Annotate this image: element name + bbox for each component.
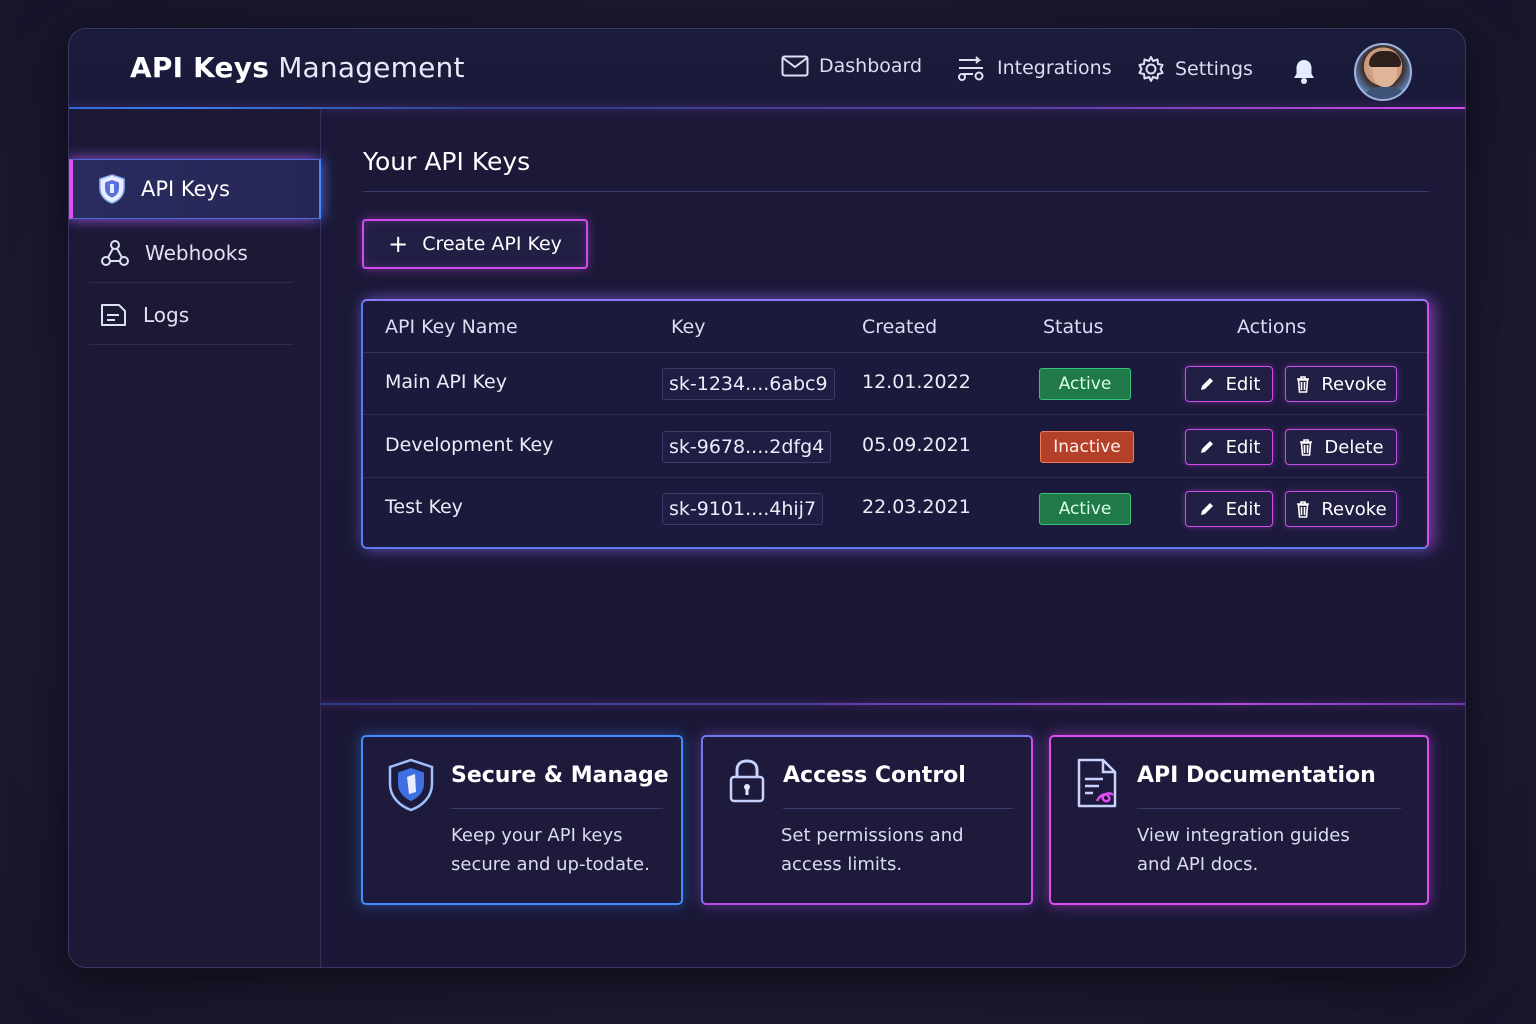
key-value-cell[interactable]: sk-9678....2dfg4 xyxy=(662,431,832,463)
created-cell: 22.03.2021 xyxy=(862,496,971,518)
create-api-key-label: Create API Key xyxy=(422,233,562,255)
app-title: API Keys Management xyxy=(130,51,465,84)
card-api-documentation[interactable]: API Documentation View integration guide… xyxy=(1049,735,1429,905)
card-divider xyxy=(783,808,1013,809)
table-row: Development Key sk-9678....2dfg4 05.09.2… xyxy=(363,416,1427,478)
column-header-name: API Key Name xyxy=(385,316,518,338)
user-avatar[interactable] xyxy=(1354,43,1412,101)
title-divider xyxy=(363,191,1429,192)
nav-dashboard[interactable]: Dashboard xyxy=(781,55,922,77)
nav-integrations-label: Integrations xyxy=(997,57,1112,79)
app-title-light: Management xyxy=(278,51,465,84)
table-row: Test Key sk-9101....4hij7 22.03.2021 Act… xyxy=(363,478,1427,540)
bell-icon xyxy=(1294,60,1314,84)
revoke-button[interactable]: Revoke xyxy=(1285,366,1397,402)
sidebar-item-label: Webhooks xyxy=(145,240,248,265)
shield-icon xyxy=(388,758,434,812)
card-text: View integration guides and API docs. xyxy=(1137,825,1350,875)
column-header-status: Status xyxy=(1043,316,1104,338)
lock-icon xyxy=(729,759,765,803)
webhook-icon xyxy=(101,239,129,266)
avatar-hair xyxy=(1369,51,1401,67)
card-divider xyxy=(451,808,663,809)
app-window: API Keys Management Dashboard Integratio… xyxy=(68,28,1466,968)
edit-button-label: Edit xyxy=(1225,436,1261,458)
api-keys-table: API Key Name Key Created Status Actions … xyxy=(361,299,1429,549)
nav-dashboard-label: Dashboard xyxy=(819,55,923,77)
key-name-cell: Development Key xyxy=(385,434,554,456)
sidebar-item-label: API Keys xyxy=(141,177,230,201)
status-badge: Active xyxy=(1039,368,1131,400)
edit-button-label: Edit xyxy=(1225,373,1261,395)
table-row: Main API Key sk-1234....6abc9 12.01.2022… xyxy=(363,353,1427,415)
plus-icon: + xyxy=(388,230,409,258)
key-name-cell: Main API Key xyxy=(385,371,507,393)
created-cell: 05.09.2021 xyxy=(862,434,971,456)
revoke-button[interactable]: Revoke xyxy=(1285,491,1397,527)
pencil-icon xyxy=(1200,378,1213,390)
card-title: Secure & Manage xyxy=(451,763,669,788)
nav-settings-label: Settings xyxy=(1175,58,1253,80)
column-header-key: Key xyxy=(671,316,706,338)
trash-icon xyxy=(1300,439,1313,456)
card-secure-manage[interactable]: Secure & Manage Keep your API keys secur… xyxy=(361,735,683,905)
card-access-control[interactable]: Access Control Set permissions and acces… xyxy=(701,735,1033,905)
mail-icon xyxy=(781,55,809,77)
create-api-key-button[interactable]: + Create API Key xyxy=(362,219,588,269)
card-text: Keep your API keys secure and up-todate. xyxy=(451,825,650,875)
top-header: API Keys Management Dashboard Integratio… xyxy=(69,29,1465,109)
gear-icon xyxy=(1138,56,1164,82)
nav-settings[interactable]: Settings xyxy=(1137,55,1253,83)
avatar-shirt xyxy=(1360,87,1410,99)
sidebar-item-label: Logs xyxy=(143,302,190,327)
status-badge: Inactive xyxy=(1040,431,1134,463)
page-title: Your API Keys xyxy=(363,147,531,176)
revoke-button-label: Revoke xyxy=(1321,373,1387,395)
edit-button[interactable]: Edit xyxy=(1185,366,1273,402)
delete-button-label: Delete xyxy=(1324,436,1384,458)
edit-button-label: Edit xyxy=(1225,498,1261,520)
sidebar-item-logs[interactable]: Logs xyxy=(89,285,293,345)
card-divider xyxy=(1137,808,1401,809)
logs-icon xyxy=(101,303,126,326)
trash-icon xyxy=(1297,376,1310,393)
document-icon xyxy=(1077,758,1117,808)
section-divider xyxy=(321,703,1465,705)
edit-button[interactable]: Edit xyxy=(1185,429,1273,465)
sidebar-item-api-keys[interactable]: API Keys xyxy=(69,159,321,219)
sidebar: API Keys Webhooks Logs xyxy=(69,109,321,967)
app-title-bold: API Keys xyxy=(130,51,270,84)
card-title: Access Control xyxy=(783,763,966,788)
delete-button[interactable]: Delete xyxy=(1285,429,1397,465)
card-title: API Documentation xyxy=(1137,763,1376,788)
column-header-created: Created xyxy=(862,316,938,338)
card-text: Set permissions and access limits. xyxy=(781,825,964,875)
key-value-cell[interactable]: sk-9101....4hij7 xyxy=(662,493,824,525)
edit-button[interactable]: Edit xyxy=(1185,491,1273,527)
shield-icon xyxy=(99,174,125,204)
table-header: API Key Name Key Created Status Actions xyxy=(363,301,1427,353)
column-header-actions: Actions xyxy=(1237,316,1307,338)
revoke-button-label: Revoke xyxy=(1321,498,1387,520)
sidebar-item-webhooks[interactable]: Webhooks xyxy=(89,223,293,283)
pencil-icon xyxy=(1200,441,1213,453)
key-value-cell[interactable]: sk-1234....6abc9 xyxy=(662,368,835,400)
nav-integrations[interactable]: Integrations xyxy=(957,55,1112,81)
trash-icon xyxy=(1297,501,1310,518)
pencil-icon xyxy=(1200,503,1213,515)
notifications-button[interactable] xyxy=(1291,57,1317,89)
status-badge: Active xyxy=(1039,493,1131,525)
key-name-cell: Test Key xyxy=(385,496,463,518)
created-cell: 12.01.2022 xyxy=(862,371,971,393)
integrations-icon xyxy=(958,56,984,81)
